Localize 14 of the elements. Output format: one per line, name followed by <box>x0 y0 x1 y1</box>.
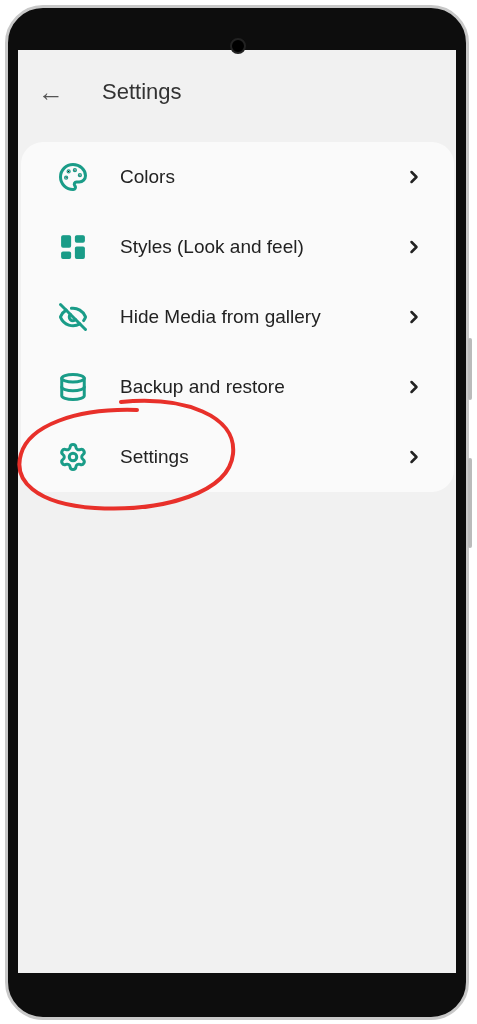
database-icon <box>58 372 88 402</box>
settings-row[interactable]: Backup and restore <box>21 352 454 422</box>
palette-icon <box>58 162 88 192</box>
settings-row[interactable]: Hide Media from gallery <box>21 282 454 352</box>
camera-icon <box>230 38 246 54</box>
grid-icon <box>58 232 88 262</box>
screen-title: Settings <box>102 79 182 105</box>
settings-row[interactable]: Styles (Look and feel) <box>21 212 454 282</box>
settings-row[interactable]: Settings <box>21 422 454 492</box>
settings-row[interactable]: Colors <box>21 142 454 212</box>
eye-slash-icon <box>58 302 88 332</box>
back-button[interactable]: ← <box>38 79 64 105</box>
volume-key <box>468 338 472 400</box>
gear-icon <box>58 442 88 472</box>
